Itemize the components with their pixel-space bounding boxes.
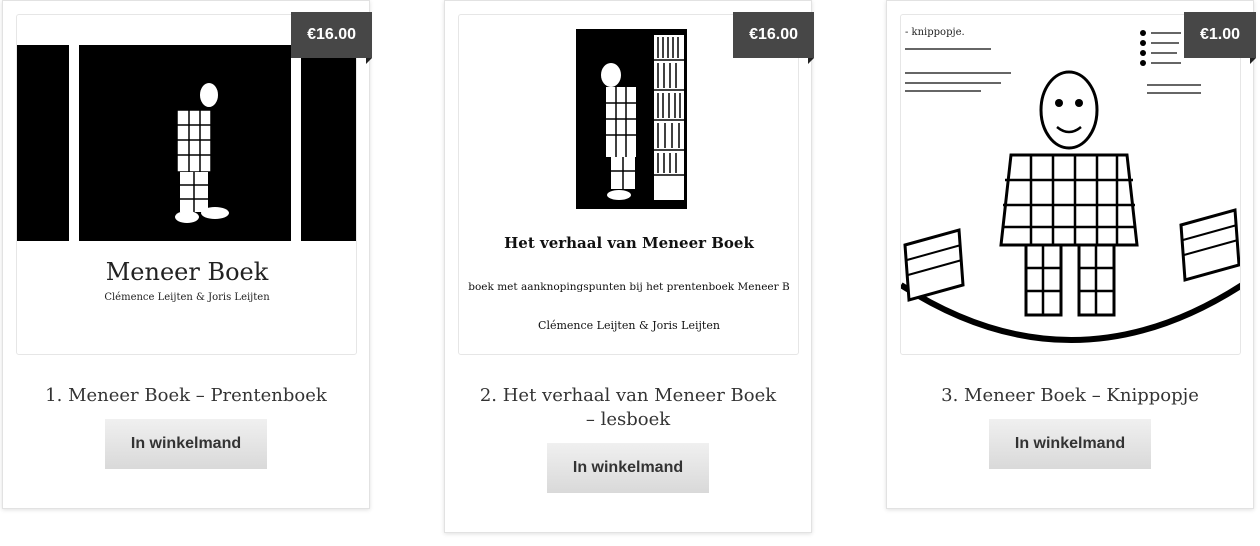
product-title[interactable]: 2. Het verhaal van Meneer Boek – lesboek <box>445 384 811 432</box>
product-card: Meneer Boek Clémence Leijten & Joris Lei… <box>2 0 372 509</box>
product-image[interactable]: Meneer Boek Clémence Leijten & Joris Lei… <box>16 14 357 355</box>
cover-subtitle: boek met aanknopingspunten bij het prent… <box>468 281 790 293</box>
price-tag: €16.00 <box>291 12 372 64</box>
book-cover-illustration: Het verhaal van Meneer Boek boek met aan… <box>468 29 790 332</box>
product-image[interactable]: - knippopje. <box>900 14 1241 355</box>
cover-authors: Clémence Leijten & Joris Leijten <box>538 319 720 332</box>
product-image[interactable]: Het verhaal van Meneer Boek boek met aan… <box>458 14 799 355</box>
product-title[interactable]: 1. Meneer Boek – Prentenboek <box>3 384 369 408</box>
product-card: - knippopje. €1.00 3. Meneer Boek – Knip… <box>886 0 1257 509</box>
cover-heading: - knippopje. <box>905 27 965 38</box>
add-to-cart-button[interactable]: In winkelmand <box>105 419 267 469</box>
product-title[interactable]: 3. Meneer Boek – Knippopje <box>887 384 1253 408</box>
cutout-doll-illustration: - knippopje. <box>901 27 1240 343</box>
price-tag: €1.00 <box>1183 12 1257 64</box>
book-cover-illustration: Meneer Boek Clémence Leijten & Joris Lei… <box>17 45 356 303</box>
add-to-cart-button[interactable]: In winkelmand <box>989 419 1151 469</box>
product-card: Het verhaal van Meneer Boek boek met aan… <box>444 0 814 533</box>
cover-authors: Clémence Leijten & Joris Leijten <box>104 292 270 303</box>
cover-title: Meneer Boek <box>106 258 269 286</box>
add-to-cart-button[interactable]: In winkelmand <box>547 443 709 493</box>
price-tag: €16.00 <box>733 12 814 64</box>
cover-title: Het verhaal van Meneer Boek <box>504 234 754 252</box>
